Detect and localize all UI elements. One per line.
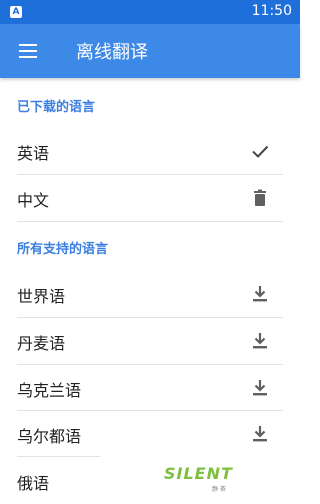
divider — [17, 456, 100, 457]
language-label: 世界语 — [17, 287, 66, 306]
watermark-subtext: 静 茶 — [212, 486, 226, 493]
language-row-russian[interactable]: 俄语 — [0, 458, 300, 504]
watermark-logo: SILENT 静 茶 — [160, 462, 240, 498]
download-icon[interactable] — [250, 331, 270, 351]
language-row-esperanto[interactable]: 世界语 — [0, 271, 300, 317]
language-label: 俄语 — [17, 474, 50, 493]
language-row-urdu[interactable]: 乌尔都语 — [0, 411, 300, 457]
status-time: 11:50 — [251, 3, 292, 19]
divider — [17, 221, 283, 222]
downloaded-section-header: 已下载的语言 — [17, 100, 96, 115]
download-icon[interactable] — [250, 284, 270, 304]
language-label: 中文 — [17, 191, 50, 210]
language-label: 乌尔都语 — [17, 427, 82, 446]
trash-icon[interactable] — [250, 188, 270, 208]
language-row-danish[interactable]: 丹麦语 — [0, 318, 300, 364]
download-icon[interactable] — [250, 424, 270, 444]
status-bar: A 11:50 — [0, 0, 300, 24]
app-notification-icon: A — [10, 6, 22, 18]
language-label: 乌克兰语 — [17, 381, 82, 400]
supported-section-header: 所有支持的语言 — [17, 242, 109, 257]
check-icon — [252, 145, 269, 158]
app-bar: 离线翻译 — [0, 24, 300, 78]
language-label: 丹麦语 — [17, 334, 66, 353]
page-title: 离线翻译 — [76, 42, 148, 63]
language-row-ukrainian[interactable]: 乌克兰语 — [0, 365, 300, 411]
download-icon[interactable] — [250, 378, 270, 398]
menu-icon[interactable] — [14, 38, 42, 64]
language-label: 英语 — [17, 144, 50, 163]
watermark-text: SILENT — [164, 464, 233, 483]
language-row-chinese[interactable]: 中文 — [0, 175, 300, 221]
language-row-english[interactable]: 英语 — [0, 128, 300, 174]
